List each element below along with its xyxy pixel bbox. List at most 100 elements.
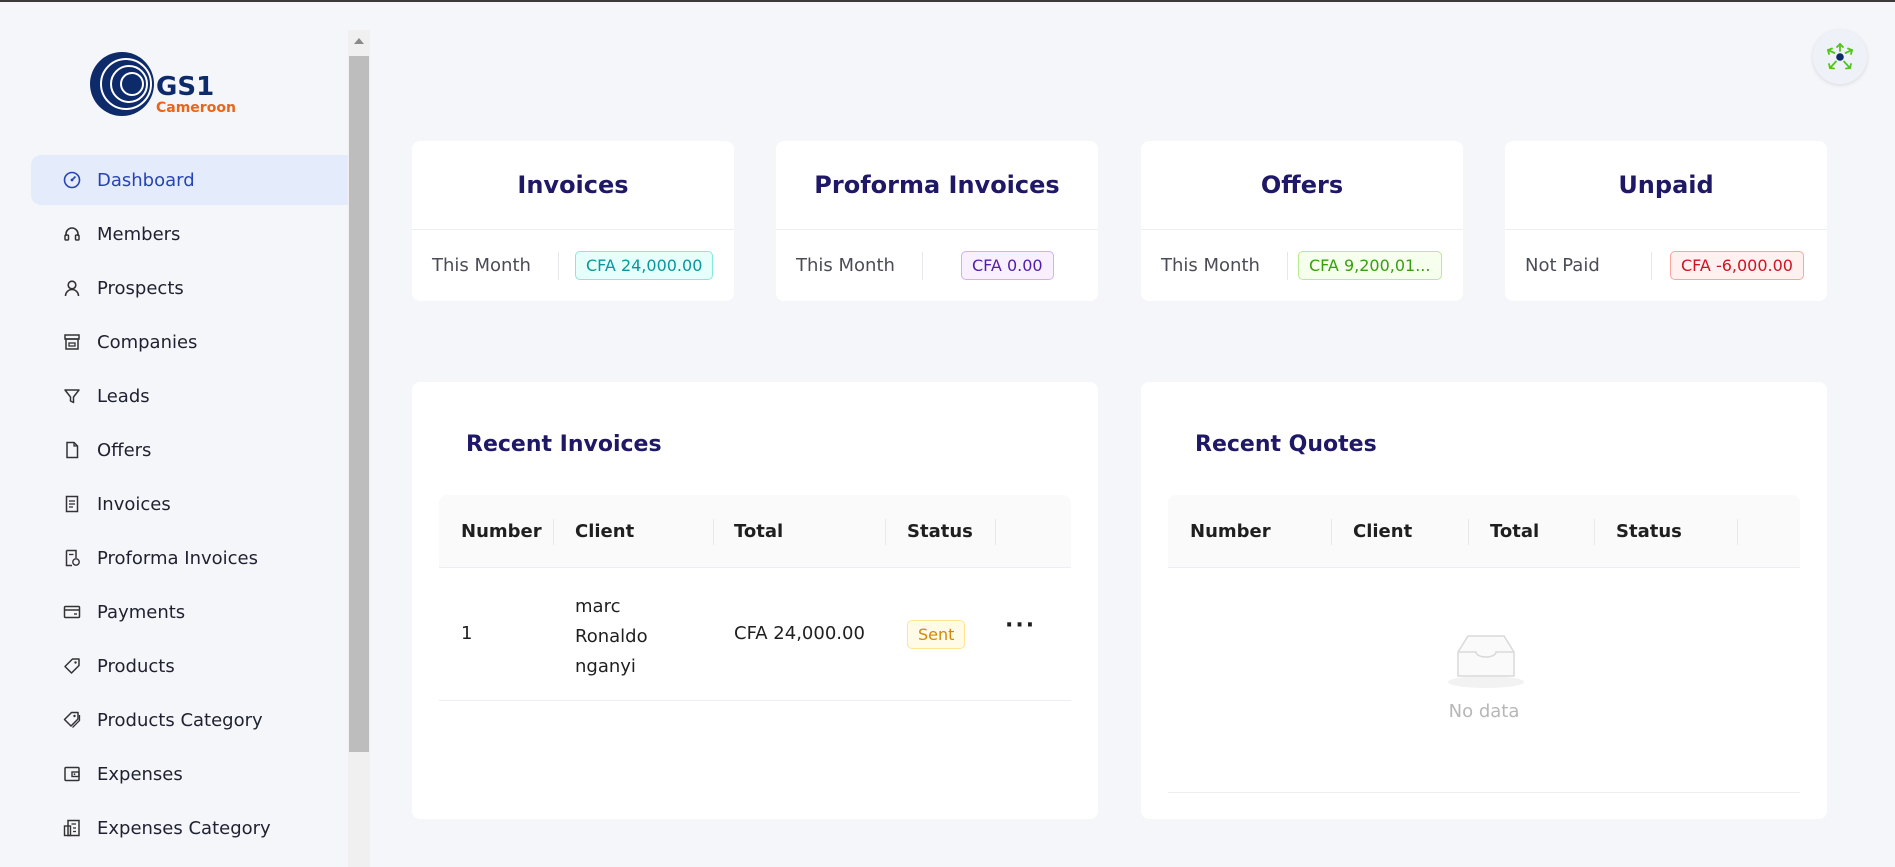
recent-quotes-table: Number Client Total Status No data [1168, 495, 1800, 793]
proforma-invoices-stat-card: Proforma Invoices This Month CFA 0.00 [776, 141, 1098, 301]
card-title: Invoices [412, 141, 734, 230]
wallet-icon [63, 765, 81, 783]
column-header-total[interactable]: Total [734, 521, 783, 542]
gs1-logo[interactable]: GS1 Cameroon [88, 50, 238, 122]
column-header-number[interactable]: Number [461, 521, 542, 542]
sidebar-item-expenses[interactable]: Expenses [31, 749, 348, 799]
logo-subtitle: Cameroon [156, 100, 236, 116]
card-title: Offers [1141, 141, 1463, 230]
credit-card-icon [63, 603, 81, 621]
client-name-line: nganyi [575, 656, 636, 677]
amount-badge: CFA 24,000.00 [575, 251, 714, 280]
column-separator [713, 519, 714, 545]
card-title: Unpaid [1505, 141, 1827, 230]
divider [1651, 252, 1652, 280]
card-label: This Month [432, 254, 531, 276]
shop-icon [63, 333, 81, 351]
sidebar-item-label: Products [97, 655, 175, 677]
column-header-status[interactable]: Status [1616, 521, 1682, 542]
sidebar-nav: Dashboard Members Prospects Companies Le… [31, 155, 348, 857]
tag-icon [63, 657, 81, 675]
recent-quotes-panel: Recent Quotes Number Client Total Status… [1141, 382, 1827, 819]
file-icon [63, 441, 81, 459]
empty-inbox-icon [1448, 635, 1524, 688]
sidebar-item-label: Expenses [97, 763, 183, 785]
divider [1287, 252, 1288, 280]
divider [922, 252, 923, 280]
amount-badge: CFA -6,000.00 [1670, 251, 1804, 280]
panel-title: Recent Quotes [1195, 432, 1377, 457]
offers-stat-card: Offers This Month CFA 9,200,01... [1141, 141, 1463, 301]
cell-client: marc Ronaldo nganyi [575, 592, 648, 682]
card-row: This Month CFA 0.00 [776, 230, 1098, 300]
card-label: Not Paid [1525, 254, 1600, 276]
card-label: This Month [796, 254, 895, 276]
scroll-up-arrow-icon[interactable] [354, 38, 364, 44]
column-separator [995, 519, 996, 545]
cell-number: 1 [461, 623, 473, 644]
sidebar-item-prospects[interactable]: Prospects [31, 263, 348, 313]
tags-icon [63, 711, 81, 729]
sidebar-item-invoices[interactable]: Invoices [31, 479, 348, 529]
card-row: Not Paid CFA -6,000.00 [1505, 230, 1827, 300]
scrollbar-thumb[interactable] [349, 56, 369, 752]
table-header: Number Client Total Status [1168, 495, 1800, 568]
sidebar-item-dashboard[interactable]: Dashboard [31, 155, 348, 205]
table-row[interactable]: 1 marc Ronaldo nganyi CFA 24,000.00 Sent… [439, 568, 1071, 701]
fullscreen-button[interactable] [1813, 30, 1867, 84]
unpaid-stat-card: Unpaid Not Paid CFA -6,000.00 [1505, 141, 1827, 301]
sidebar-item-label: Dashboard [97, 169, 195, 191]
column-header-client[interactable]: Client [575, 521, 634, 542]
card-row: This Month CFA 24,000.00 [412, 230, 734, 300]
sidebar-item-products[interactable]: Products [31, 641, 348, 691]
cell-total: CFA 24,000.00 [734, 623, 865, 644]
column-separator [1594, 519, 1595, 545]
reconciliation-icon [63, 819, 81, 837]
divider [558, 252, 559, 280]
empty-state: No data [1168, 568, 1800, 793]
receipt-icon [63, 495, 81, 513]
sidebar-item-label: Offers [97, 439, 152, 461]
sidebar-item-payments[interactable]: Payments [31, 587, 348, 637]
sidebar: GS1 Cameroon Dashboard Members Prospects… [0, 2, 372, 867]
sidebar-item-label: Products Category [97, 709, 263, 731]
client-name-line: marc [575, 596, 621, 617]
expand-arrows-icon [1826, 42, 1854, 70]
recent-invoices-table: Number Client Total Status 1 marc Ronald… [439, 495, 1071, 701]
sidebar-item-members[interactable]: Members [31, 209, 348, 259]
sidebar-item-products-category[interactable]: Products Category [31, 695, 348, 745]
column-separator [885, 519, 886, 545]
card-title: Proforma Invoices [776, 141, 1098, 230]
dashboard-icon [63, 171, 81, 189]
sidebar-scrollbar[interactable] [348, 30, 370, 867]
sidebar-item-label: Invoices [97, 493, 171, 515]
logo-text: GS1 [156, 72, 215, 102]
column-separator [1468, 519, 1469, 545]
recent-invoices-panel: Recent Invoices Number Client Total Stat… [412, 382, 1098, 819]
amount-badge: CFA 0.00 [961, 251, 1054, 280]
column-header-number[interactable]: Number [1190, 521, 1271, 542]
column-header-total[interactable]: Total [1490, 521, 1539, 542]
no-data-text: No data [1448, 701, 1520, 722]
status-badge: Sent [907, 620, 966, 649]
column-header-status[interactable]: Status [907, 521, 973, 542]
column-separator [553, 519, 554, 545]
user-icon [63, 279, 81, 297]
sidebar-item-offers[interactable]: Offers [31, 425, 348, 475]
sidebar-item-label: Prospects [97, 277, 184, 299]
panel-title: Recent Invoices [466, 432, 662, 457]
file-sync-icon [63, 549, 81, 567]
sidebar-item-proforma-invoices[interactable]: Proforma Invoices [31, 533, 348, 583]
sidebar-item-label: Expenses Category [97, 817, 271, 839]
card-label: This Month [1161, 254, 1260, 276]
client-name-line: Ronaldo [575, 626, 648, 647]
sidebar-item-expenses-category[interactable]: Expenses Category [31, 803, 348, 853]
sidebar-item-leads[interactable]: Leads [31, 371, 348, 421]
sidebar-item-companies[interactable]: Companies [31, 317, 348, 367]
headset-icon [63, 225, 81, 243]
more-actions-button[interactable]: ··· [1005, 613, 1036, 638]
column-header-client[interactable]: Client [1353, 521, 1412, 542]
table-header: Number Client Total Status [439, 495, 1071, 568]
amount-badge: CFA 9,200,01... [1298, 251, 1442, 280]
invoices-stat-card: Invoices This Month CFA 24,000.00 [412, 141, 734, 301]
